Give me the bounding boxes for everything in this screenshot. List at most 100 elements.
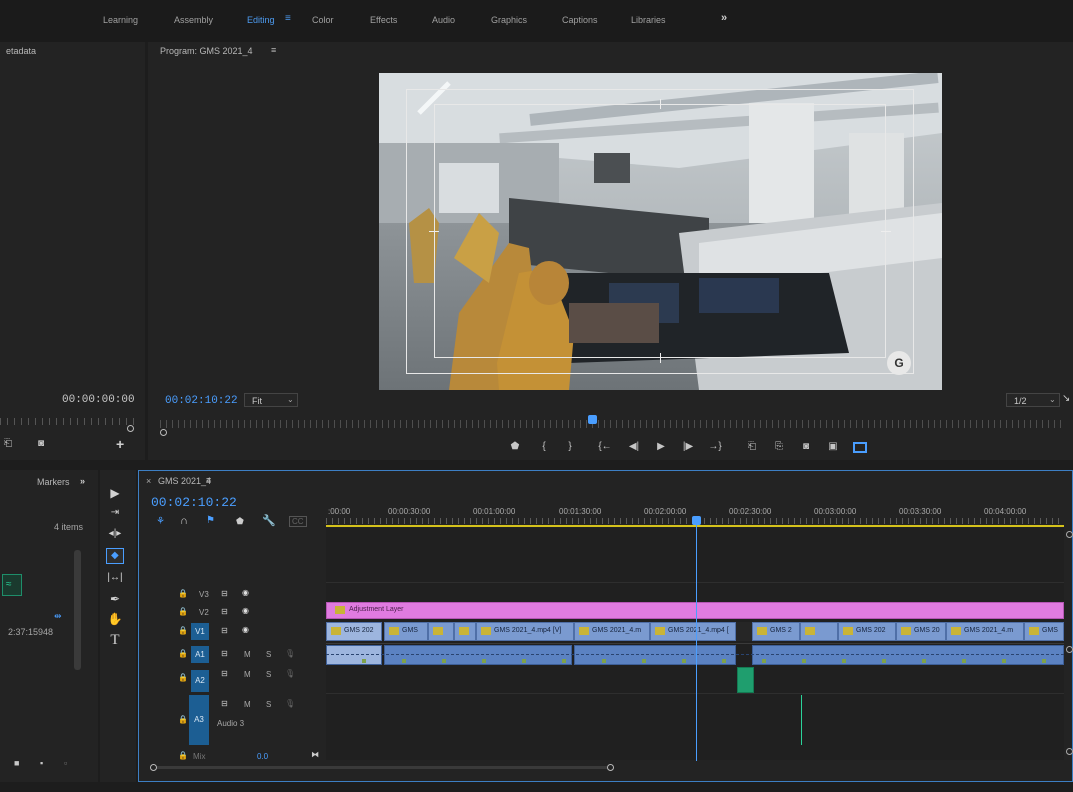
captions-icon[interactable]: CC	[289, 516, 307, 527]
folder-icon[interactable]: ■	[14, 758, 19, 768]
eye-icon[interactable]: ◉	[242, 606, 249, 615]
video-clip[interactable]: GMS	[1024, 622, 1064, 641]
lock-icon[interactable]: 🔒	[178, 751, 188, 760]
video-clip[interactable]: GMS 202	[838, 622, 896, 641]
mix-volume[interactable]: 0.0	[257, 752, 268, 761]
export-frame-icon[interactable]: ◙	[798, 441, 814, 452]
microphone-icon[interactable]: 🎙	[285, 669, 295, 678]
workspace-tab-graphics[interactable]: Graphics	[491, 15, 527, 25]
go-to-out-icon[interactable]: →}	[707, 441, 723, 452]
workspace-tab-assembly[interactable]: Assembly	[174, 15, 213, 25]
hamburger-icon[interactable]: ≡	[206, 475, 211, 485]
linked-selection-icon[interactable]: ⚑	[206, 515, 215, 526]
resolution-dropdown[interactable]: 1/2 ⌄	[1006, 393, 1060, 407]
lock-icon[interactable]: 🔒	[178, 626, 188, 635]
track-select-icon[interactable]: ⇥	[106, 507, 124, 518]
solo-button[interactable]: S	[266, 650, 271, 659]
timeline-playhead-line[interactable]	[696, 524, 697, 761]
program-time-ruler[interactable]	[160, 420, 1065, 428]
video-clip[interactable]: GMS 202	[326, 622, 382, 641]
video-clip[interactable]: GMS 20	[896, 622, 946, 641]
settings-wrench-icon[interactable]: ↘	[1062, 393, 1070, 404]
track-target-a3[interactable]: A3	[189, 695, 209, 745]
solo-button[interactable]: S	[266, 670, 271, 679]
go-to-in-icon[interactable]: {←	[597, 441, 613, 452]
zoom-scrollbar[interactable]	[157, 766, 607, 769]
work-area-bar[interactable]	[326, 525, 1064, 527]
play-icon[interactable]: ▶	[653, 441, 669, 452]
microphone-icon[interactable]: 🎙	[285, 699, 295, 708]
scrollbar[interactable]	[74, 550, 81, 670]
slip-tool-icon[interactable]: |↔|	[106, 572, 124, 583]
snap-icon[interactable]: ∩	[180, 515, 188, 527]
video-clip[interactable]	[428, 622, 454, 641]
timeline-title[interactable]: GMS 2021_4	[158, 476, 211, 486]
lock-icon[interactable]: 🔒	[178, 607, 188, 616]
source-timecode[interactable]: 00:00:00:00	[62, 394, 135, 406]
source-time-ruler[interactable]	[0, 418, 140, 425]
clip-gap[interactable]	[736, 622, 752, 641]
zoom-handle[interactable]	[160, 429, 167, 436]
zoom-handle-right[interactable]	[607, 764, 614, 771]
workspace-tab-color[interactable]: Color	[312, 15, 334, 25]
video-clip[interactable]: GMS 2021_4.mp4 [	[650, 622, 736, 641]
video-clip[interactable]: GMS 2021_4.m	[574, 622, 650, 641]
video-clip[interactable]: GMS 2021_4.mp4 [V]	[476, 622, 574, 641]
workspace-tab-effects[interactable]: Effects	[370, 15, 397, 25]
workspace-tab-captions[interactable]: Captions	[562, 15, 598, 25]
panel-overflow-button[interactable]: »	[80, 476, 85, 486]
video-clip[interactable]: GMS 2	[752, 622, 800, 641]
track-area[interactable]	[326, 528, 1064, 760]
mute-button[interactable]: M	[244, 670, 251, 679]
add-button[interactable]: +	[116, 436, 124, 452]
lock-icon[interactable]: 🔒	[178, 673, 188, 682]
zoom-handle[interactable]	[127, 425, 134, 432]
overwrite-icon[interactable]: ⎘	[771, 441, 787, 452]
zoom-level-dropdown[interactable]: Fit ⌄	[244, 393, 298, 407]
microphone-icon[interactable]: 🎙	[285, 649, 295, 658]
insert-icon[interactable]: ⎗	[4, 438, 12, 449]
razor-tool-icon[interactable]: ◆	[106, 548, 124, 564]
mute-button[interactable]: M	[244, 650, 251, 659]
scroll-handle[interactable]	[1066, 531, 1073, 538]
eye-icon[interactable]: ◉	[242, 588, 249, 597]
track-target-v1[interactable]: V1	[191, 623, 209, 640]
audio-clip-a3[interactable]	[801, 695, 802, 745]
video-clip[interactable]: GMS 2021_4.m	[946, 622, 1024, 641]
audio-clip-a2[interactable]	[737, 667, 754, 693]
workspace-tab-editing[interactable]: Editing	[247, 15, 275, 25]
pen-tool-icon[interactable]: ✒	[106, 592, 124, 606]
nest-icon[interactable]: ⚘	[156, 516, 165, 527]
type-tool-icon[interactable]: T	[106, 632, 124, 649]
solo-button[interactable]: S	[266, 700, 271, 709]
new-item-icon[interactable]: ▪	[40, 758, 43, 768]
sync-lock-icon[interactable]: ⊟	[221, 669, 228, 678]
eye-icon[interactable]: ◉	[242, 625, 249, 634]
workspaces-overflow-button[interactable]: »	[721, 12, 727, 24]
ripple-edit-icon[interactable]: ◂|▸	[106, 528, 124, 539]
trash-icon[interactable]: ▫	[64, 758, 67, 768]
workspace-tab-libraries[interactable]: Libraries	[631, 15, 666, 25]
selection-tool-icon[interactable]: ▶	[106, 486, 124, 500]
add-marker-icon[interactable]: ⬟	[236, 516, 244, 527]
sync-lock-icon[interactable]: ⊟	[221, 589, 228, 598]
insert-icon[interactable]: ⎗	[744, 441, 760, 452]
panel-title[interactable]: Program: GMS 2021_4	[160, 46, 253, 56]
sync-lock-icon[interactable]: ⊟	[221, 626, 228, 635]
scroll-handle[interactable]	[1066, 748, 1073, 755]
step-back-icon[interactable]: ◀|	[626, 441, 642, 452]
mute-button[interactable]: M	[244, 700, 251, 709]
playhead-marker[interactable]	[588, 415, 597, 424]
video-clip[interactable]	[454, 622, 476, 641]
track-target-a1[interactable]: A1	[191, 646, 209, 663]
marker-icon[interactable]: ⬟	[507, 441, 523, 452]
adjustment-layer-clip[interactable]: Adjustment Layer	[326, 602, 1064, 619]
program-timecode[interactable]: 00:02:10:22	[165, 395, 238, 407]
hamburger-icon[interactable]: ≡	[285, 13, 291, 24]
step-forward-icon[interactable]: |▶	[680, 441, 696, 452]
video-clip[interactable]: GMS	[384, 622, 428, 641]
safe-margins-icon[interactable]	[853, 442, 867, 453]
lock-icon[interactable]: 🔒	[178, 649, 188, 658]
panel-title[interactable]: etadata	[6, 46, 36, 56]
mark-out-icon[interactable]: }	[562, 441, 578, 452]
